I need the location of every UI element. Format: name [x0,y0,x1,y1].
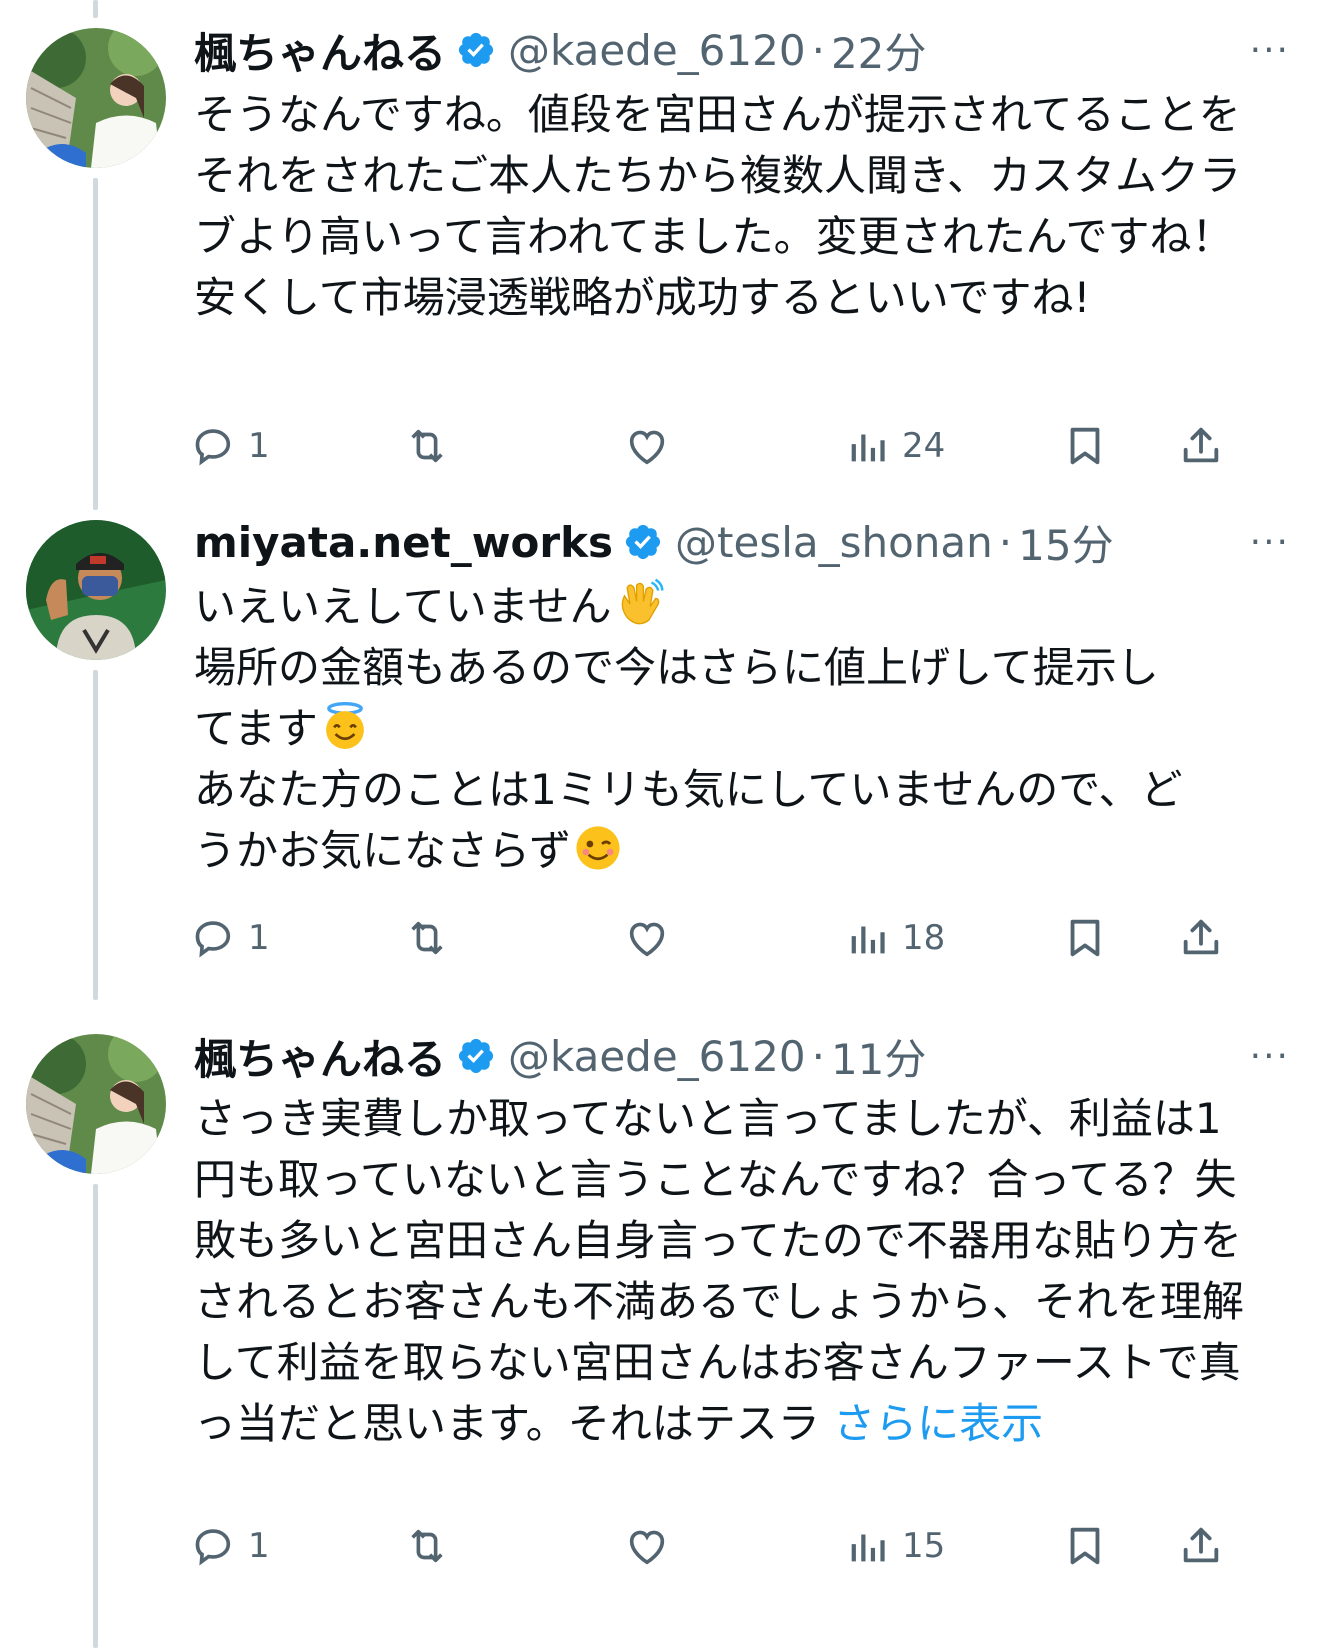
heart-icon [629,430,665,465]
avatar-image [26,520,166,660]
bookmark-button[interactable] [1062,416,1108,476]
analytics-icon [851,434,885,462]
bookmark-icon [1070,1527,1100,1565]
share-button[interactable] [1178,416,1224,476]
tweet-line: うかお気になさらず [194,826,572,875]
view-count: 15 [902,1526,946,1566]
repost-icon [411,1529,443,1563]
bookmark-button[interactable] [1062,908,1108,968]
winking-face-emoji-icon [576,826,620,870]
tweet-text: そうなんですね。値段を宮田さんが提示されてることをそれをされたご本人たちから複数… [194,90,1242,322]
separator: · [811,25,825,75]
share-icon [1183,427,1219,463]
tweet-actions: 1 24 [0,416,1320,476]
repost-icon [411,921,443,955]
analytics-icon [851,1534,885,1562]
smiling-face-with-halo-emoji-icon [326,702,364,749]
view-count: 18 [902,918,946,958]
separator: · [998,517,1013,567]
share-button[interactable] [1178,908,1224,968]
heart-icon [629,922,665,957]
reply-icon [195,921,231,958]
tweet-text: いえいえしていません 場所の金額もあるので今はさらに値上げして提示し てます あ… [194,576,1244,881]
views-button[interactable]: 15 [844,1516,945,1576]
more-options-icon[interactable]: ··· [1250,512,1290,572]
share-icon [1183,1527,1219,1563]
like-button[interactable] [624,1516,670,1576]
tweet-line: あなた方のことは1ミリも気にしていませんので、ど [194,765,1183,814]
reply-button[interactable]: 1 [190,416,270,476]
tweet-line: てます [194,704,318,753]
reply-button[interactable]: 1 [190,908,270,968]
tweet-actions: 1 15 [0,1516,1320,1576]
like-button[interactable] [624,416,670,476]
reply-icon [195,429,231,466]
repost-button[interactable] [404,1516,450,1576]
waving-hand-emoji-icon [622,578,664,625]
tweet-actions: 1 18 [0,908,1320,968]
thread-line [93,1184,98,1648]
tweet[interactable]: 楓ちゃんねる @kaede_6120 · 22分 ··· そうなんですね。値段を… [0,0,1320,510]
thread-line [93,0,98,18]
bookmark-icon [1070,427,1100,465]
views-button[interactable]: 24 [844,416,945,476]
reply-icon [195,1529,231,1566]
reply-count: 1 [248,426,270,466]
tweet-text-content: さっき実費しか取ってないと言ってましたが、利益は1円も取っていないと言うことなん… [194,1094,1245,1448]
verified-badge-icon[interactable] [456,1036,496,1076]
reply-count: 1 [248,918,270,958]
timestamp[interactable]: 11分 [831,1026,926,1087]
tweet-line: いえいえしていません [194,582,612,631]
avatar-image [26,1034,166,1174]
timestamp[interactable]: 22分 [831,20,926,81]
repost-icon [411,429,443,463]
verified-badge-icon[interactable] [623,522,663,562]
bookmark-button[interactable] [1062,1516,1108,1576]
separator: · [811,1031,825,1081]
view-count: 24 [902,426,946,466]
tweet[interactable]: 楓ちゃんねる @kaede_6120 · 11分 ··· さっき実費しか取ってな… [0,1031,1320,1648]
user-handle[interactable]: @kaede_6120 [508,1032,806,1081]
display-name[interactable]: miyata.net_works [194,518,613,567]
display-name[interactable]: 楓ちゃんねる [194,20,446,81]
reply-count: 1 [248,1526,270,1566]
views-button[interactable]: 18 [844,908,945,968]
avatar[interactable] [26,520,166,660]
user-handle[interactable]: @tesla_shonan [675,518,993,567]
repost-button[interactable] [404,908,450,968]
user-handle[interactable]: @kaede_6120 [508,26,806,75]
display-name[interactable]: 楓ちゃんねる [194,1026,446,1087]
avatar[interactable] [26,1034,166,1174]
tweet-line: 場所の金額もあるので今はさらに値上げして提示し [194,643,1159,692]
share-icon [1183,919,1219,955]
timestamp[interactable]: 15分 [1018,512,1113,573]
repost-button[interactable] [404,416,450,476]
avatar[interactable] [26,28,166,168]
show-more-link[interactable]: さらに表示 [833,1399,1043,1448]
reply-button[interactable]: 1 [190,1516,270,1576]
tweet[interactable]: miyata.net_works @tesla_shonan · 15分 ···… [0,510,1320,1000]
like-button[interactable] [624,908,670,968]
avatar-image [26,28,166,168]
more-options-icon[interactable]: ··· [1250,20,1290,80]
more-options-icon[interactable]: ··· [1250,1026,1290,1086]
heart-icon [629,1530,665,1565]
bookmark-icon [1070,919,1100,957]
share-button[interactable] [1178,1516,1224,1576]
tweet-text: さっき実費しか取ってないと言ってましたが、利益は1円も取っていないと言うことなん… [194,1088,1244,1454]
analytics-icon [851,926,885,954]
verified-badge-icon[interactable] [456,30,496,70]
